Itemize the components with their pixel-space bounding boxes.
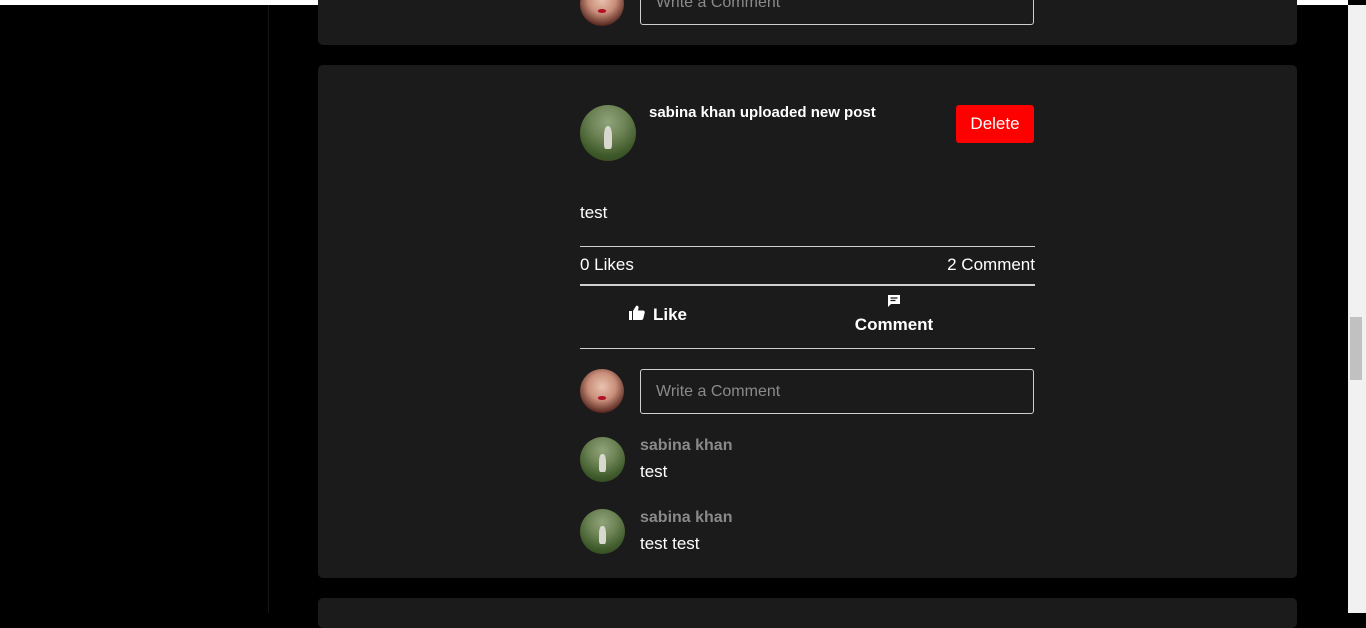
post-card: sabina khan uploaded new post Delete tes… (318, 65, 1297, 578)
like-label: Like (653, 305, 688, 324)
current-user-avatar (580, 369, 624, 413)
scrollbar[interactable] (1348, 5, 1366, 613)
comment-text: test (640, 462, 668, 481)
divider (580, 246, 1035, 247)
comment-text: test test (640, 534, 700, 553)
like-button[interactable]: Like (629, 305, 687, 325)
commenter-avatar[interactable] (580, 509, 625, 554)
current-user-avatar (580, 0, 624, 26)
comment-input[interactable] (640, 369, 1034, 414)
post-title: sabina khan uploaded new post (649, 104, 876, 121)
comment-bubble-icon (852, 293, 936, 313)
delete-button[interactable]: Delete (956, 105, 1034, 143)
likes-count[interactable]: 0 Likes (580, 255, 634, 275)
comment-author[interactable]: sabina khan (640, 437, 732, 455)
left-sidebar (0, 5, 269, 613)
next-post-card (318, 598, 1297, 628)
thumbs-up-icon (629, 305, 645, 325)
divider (580, 284, 1035, 286)
previous-post-card (318, 0, 1297, 45)
post-text: test (580, 203, 608, 222)
comments-count[interactable]: 2 Comment (947, 255, 1035, 275)
divider (580, 348, 1035, 349)
comment-author[interactable]: sabina khan (640, 509, 732, 527)
comment-input[interactable] (640, 0, 1034, 25)
comment-button[interactable]: Comment (852, 293, 936, 335)
commenter-avatar[interactable] (580, 437, 625, 482)
comment-label: Comment (854, 315, 934, 334)
author-avatar[interactable] (580, 105, 636, 161)
scrollbar-thumb[interactable] (1350, 317, 1362, 380)
